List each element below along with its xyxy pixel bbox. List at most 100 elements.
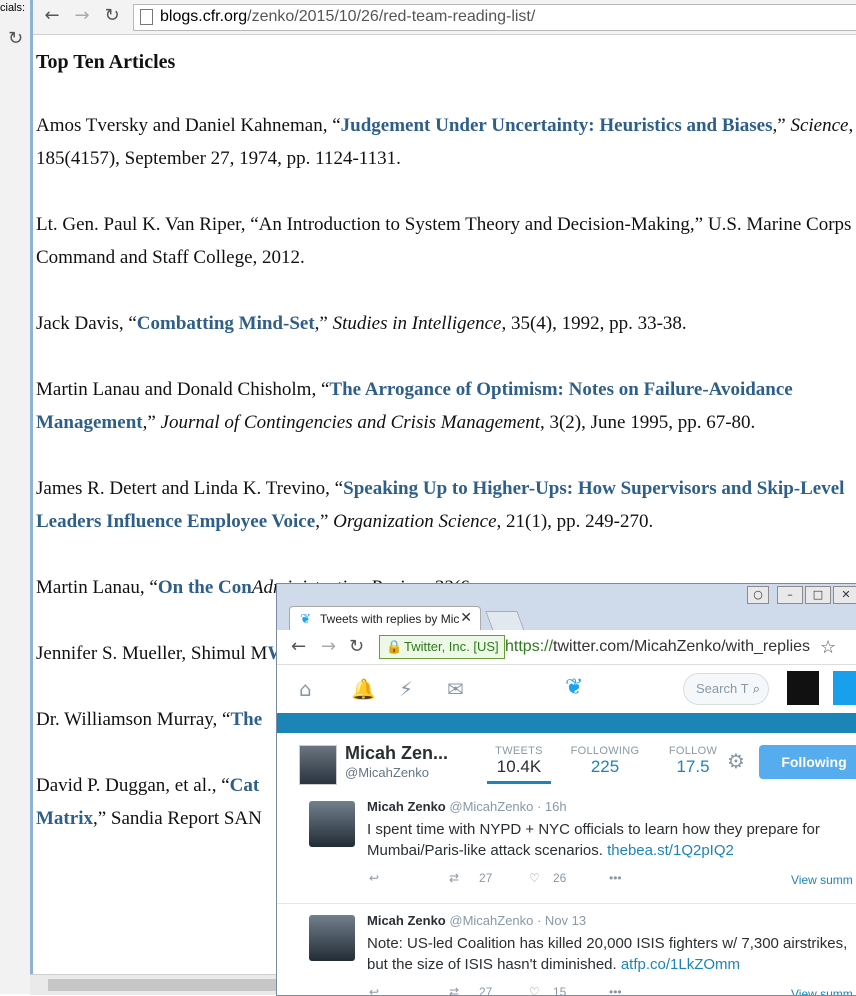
browser-tab[interactable]: ❦ Tweets with replies by Mic ✕ bbox=[289, 606, 481, 631]
entry-text: James R. Detert and Linda K. Trevino, “ bbox=[36, 478, 344, 499]
entry-link[interactable]: Matrix bbox=[36, 808, 93, 829]
stat-following[interactable]: FOLLOWING 225 bbox=[569, 745, 641, 777]
search-input[interactable]: Search T ⌕ bbox=[683, 673, 769, 705]
forward-icon[interactable]: → bbox=[71, 5, 93, 27]
twitter-bird-icon: ❦ bbox=[300, 612, 311, 627]
search-icon[interactable]: ⌕ bbox=[753, 674, 760, 704]
entry-text: ,” Sandia Report SAN bbox=[92, 808, 262, 829]
tab-title: Tweets with replies by Mic bbox=[320, 612, 460, 626]
browser-toolbar: ← → ↻ blogs.cfr.org/zenko/2015/10/26/red… bbox=[33, 0, 856, 35]
moments-icon[interactable]: ⚡ bbox=[399, 677, 413, 701]
star-icon[interactable]: ☆ bbox=[820, 637, 836, 658]
tweet[interactable]: Micah Zenko @MicahZenko · 16h I spent ti… bbox=[277, 793, 856, 904]
tweet-header: Micah Zenko @MicahZenko · Nov 13 bbox=[367, 913, 587, 928]
reply-icon[interactable]: ↩ bbox=[369, 871, 379, 885]
minimize-button[interactable]: – bbox=[777, 586, 803, 604]
reload-icon[interactable]: ↻ bbox=[349, 636, 364, 657]
entry-text: , 3(2), June 1995, pp. 67-80. bbox=[539, 412, 756, 433]
messages-icon[interactable]: ✉ bbox=[447, 677, 464, 701]
entry-text: , 35(4), 1992, pp. 33-38. bbox=[501, 313, 687, 334]
home-icon[interactable]: ⌂ bbox=[299, 677, 312, 701]
lock-icon: 🔒 bbox=[386, 639, 403, 654]
entry-text: Lt. Gen. Paul K. Van Riper, “An Introduc… bbox=[36, 214, 852, 268]
entry-text: ,” bbox=[142, 412, 161, 433]
address-url: blogs.cfr.org/zenko/2015/10/26/red-team-… bbox=[160, 8, 536, 25]
profile-name[interactable]: Micah Zen... bbox=[345, 743, 448, 764]
entry-link[interactable]: Cat bbox=[230, 775, 260, 796]
entry-link[interactable]: On the Con bbox=[158, 577, 252, 598]
new-tab-button[interactable] bbox=[485, 611, 525, 631]
background-window-label: cials: bbox=[0, 2, 26, 14]
entry-text: Martin Lanau and Donald Chisholm, “ bbox=[36, 379, 330, 400]
entry-link[interactable]: Judgement Under Uncertainty: Heuristics … bbox=[341, 115, 773, 136]
entry-text: , 21(1), pp. 249-270. bbox=[496, 511, 654, 532]
entry-text: Jennifer S. Mueller, Shimul M bbox=[36, 643, 268, 664]
tweet-feed: Micah Zenko @MicahZenko · 16h I spent ti… bbox=[277, 793, 856, 995]
entry-text: ,” bbox=[315, 511, 334, 532]
entry-text: Jack Davis, “ bbox=[36, 313, 137, 334]
entry-text: Martin Lanau, “ bbox=[36, 577, 158, 598]
twitter-browser-toolbar: ← → ↻ 🔒 Twitter, Inc. [US] https://twitt… bbox=[277, 630, 856, 665]
entry-text: David P. Duggan, et al., “ bbox=[36, 775, 230, 796]
background-window: cials: ↻ bbox=[0, 0, 31, 994]
maximize-button[interactable]: □ bbox=[805, 586, 831, 604]
close-tab-icon[interactable]: ✕ bbox=[460, 610, 472, 626]
back-icon[interactable]: ← bbox=[291, 636, 306, 657]
tweet-link[interactable]: thebea.st/1Q2pIQ2 bbox=[607, 842, 734, 859]
compose-tweet-button[interactable] bbox=[833, 671, 856, 705]
entry-text: ,” bbox=[772, 115, 791, 136]
like-count: 26 bbox=[553, 871, 567, 885]
reload-icon[interactable]: ↻ bbox=[8, 28, 23, 49]
entry-journal: Journal of Contingencies and Crisis Mana… bbox=[160, 412, 540, 433]
like-icon[interactable]: ♡ bbox=[529, 871, 540, 885]
profile-avatar[interactable] bbox=[299, 745, 337, 785]
reload-icon[interactable]: ↻ bbox=[101, 5, 123, 27]
close-window-button[interactable]: ✕ bbox=[833, 586, 856, 604]
entry-link[interactable]: The bbox=[230, 709, 262, 730]
retweet-count: 27 bbox=[479, 871, 493, 885]
back-icon[interactable]: ← bbox=[41, 5, 63, 27]
view-summary-link[interactable]: View summ bbox=[791, 873, 853, 887]
notifications-icon[interactable]: 🔔 bbox=[351, 677, 376, 701]
profile-header: Micah Zen... @MicahZenko TWEETS 10.4K FO… bbox=[277, 733, 856, 794]
tweet-text: Note: US-led Coalition has killed 20,000… bbox=[367, 935, 848, 973]
stat-tweets[interactable]: TWEETS 10.4K bbox=[487, 745, 551, 784]
twitter-window: ○ – □ ✕ ❦ Tweets with replies by Mic ✕ ←… bbox=[276, 583, 856, 996]
gear-icon[interactable]: ⚙ bbox=[727, 749, 745, 773]
tweet-header: Micah Zenko @MicahZenko · 16h bbox=[367, 799, 567, 814]
twitter-nav: ⌂ 🔔 ⚡ ✉ ❦ Search T ⌕ bbox=[277, 665, 856, 713]
twitter-url[interactable]: https://twitter.com/MicahZenko/with_repl… bbox=[505, 635, 810, 659]
user-icon[interactable]: ○ bbox=[747, 586, 769, 604]
entry-text: ,” bbox=[314, 313, 333, 334]
twitter-bird-icon[interactable]: ❦ bbox=[565, 675, 583, 700]
section-heading: Top Ten Articles bbox=[36, 51, 176, 73]
tweet-actions: ↩ ⇄ 27 ♡ 26 ••• bbox=[369, 871, 856, 891]
profile-handle: @MicahZenko bbox=[345, 765, 430, 780]
avatar[interactable] bbox=[787, 671, 819, 705]
tweet-link[interactable]: atfp.co/1LkZOmm bbox=[621, 956, 740, 973]
entry-text: Dr. Williamson Murray, “ bbox=[36, 709, 231, 730]
document-icon bbox=[140, 9, 153, 25]
entry-journal: Science bbox=[790, 115, 849, 136]
reading-list-entry: Amos Tversky and Daniel Kahneman, “Judge… bbox=[36, 109, 856, 175]
forward-icon[interactable]: → bbox=[321, 636, 336, 657]
more-icon[interactable]: ••• bbox=[609, 871, 622, 885]
retweet-icon[interactable]: ⇄ bbox=[449, 871, 459, 885]
profile-banner bbox=[277, 713, 856, 733]
reading-list-entry: Jack Davis, “Combatting Mind-Set,” Studi… bbox=[36, 307, 856, 340]
ev-certificate-badge[interactable]: 🔒 Twitter, Inc. [US] bbox=[379, 635, 505, 659]
stat-followers[interactable]: FOLLOW 17.5 bbox=[667, 745, 719, 777]
tweet-avatar[interactable] bbox=[309, 915, 355, 961]
reading-list-entry: Martin Lanau and Donald Chisholm, “The A… bbox=[36, 373, 856, 439]
reading-list-entry: Lt. Gen. Paul K. Van Riper, “An Introduc… bbox=[36, 208, 856, 274]
entry-journal: Organization Science bbox=[333, 511, 497, 532]
entry-text: Amos Tversky and Daniel Kahneman, “ bbox=[36, 115, 341, 136]
following-button[interactable]: Following bbox=[759, 745, 856, 779]
entry-journal: Studies in Intelligence bbox=[332, 313, 502, 334]
tweet[interactable]: Micah Zenko @MicahZenko · Nov 13 Note: U… bbox=[277, 907, 856, 995]
tweet-avatar[interactable] bbox=[309, 801, 355, 847]
address-bar[interactable]: blogs.cfr.org/zenko/2015/10/26/red-team-… bbox=[133, 4, 856, 31]
reading-list-entry: James R. Detert and Linda K. Trevino, “S… bbox=[36, 472, 856, 538]
entry-link[interactable]: Combatting Mind-Set bbox=[137, 313, 315, 334]
tweet-text: I spent time with NYPD + NYC officials t… bbox=[367, 821, 820, 859]
